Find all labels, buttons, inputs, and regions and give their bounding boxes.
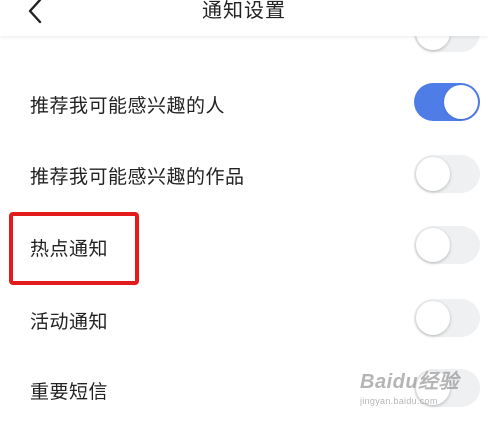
- toggle-knob: [416, 301, 450, 335]
- setting-label-recommend-works: 推荐我可能感兴趣的作品: [30, 166, 245, 188]
- page-title: 通知设置: [202, 0, 286, 22]
- recommend-works-toggle[interactable]: [414, 155, 480, 193]
- setting-label-important-sms: 重要短信: [30, 381, 109, 403]
- top-bar: 通知设置: [0, 0, 488, 36]
- highlight-annotation-box: [9, 212, 139, 285]
- hot-notifications-toggle[interactable]: [414, 226, 480, 264]
- activity-notifications-toggle[interactable]: [414, 299, 480, 337]
- toggle-knob: [416, 157, 450, 191]
- toggle-knob: [416, 228, 450, 262]
- watermark-logo: Baidu经验: [360, 371, 460, 393]
- setting-label-activity-notifications: 活动通知: [30, 311, 109, 333]
- recommend-people-toggle[interactable]: [414, 83, 480, 121]
- settings-row-recommend-works: 推荐我可能感兴趣的作品: [0, 138, 488, 210]
- toggle-knob: [444, 85, 478, 119]
- setting-label-recommend-people: 推荐我可能感兴趣的人: [30, 95, 226, 117]
- settings-row-activity-notifications: 活动通知: [0, 282, 488, 354]
- baidu-jingyan-watermark: Baidu经验 jingyan.baidu.com: [360, 365, 485, 413]
- settings-row-recommend-people: 推荐我可能感兴趣的人: [0, 66, 488, 138]
- watermark-url: jingyan.baidu.com: [360, 396, 438, 406]
